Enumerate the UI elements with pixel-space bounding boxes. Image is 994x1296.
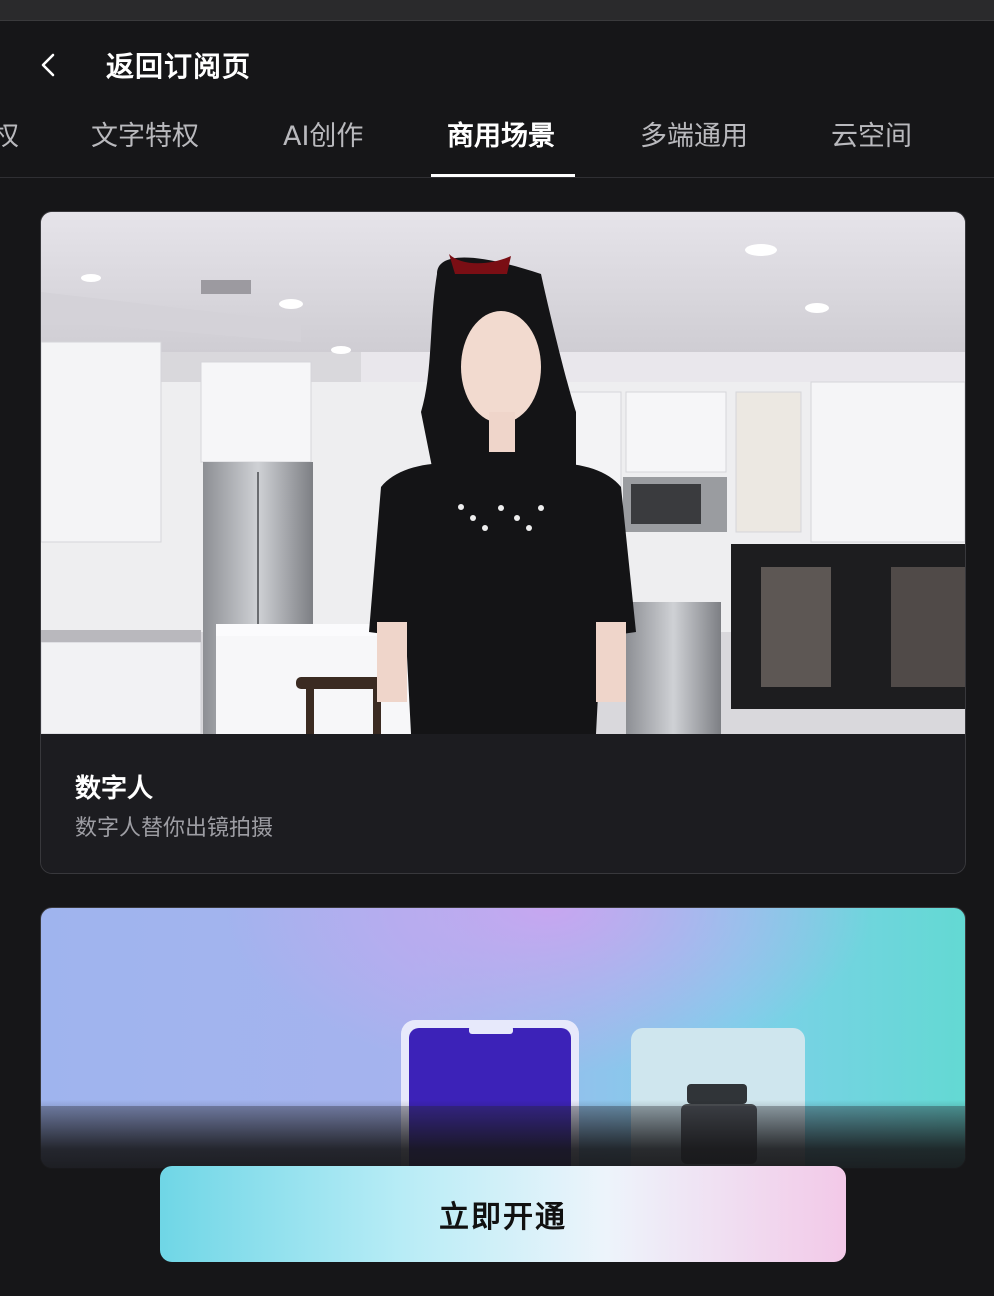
tab-cloud-space[interactable]: 云空间 [831, 114, 912, 153]
page-title: 返回订阅页 [106, 50, 252, 83]
card-subtitle: 数字人替你出镜拍摄 [75, 816, 274, 841]
subscribe-now-label: 立即开通 [439, 1200, 567, 1235]
tab-multi-device[interactable]: 多端通用 [640, 114, 748, 153]
tab-ai-creation[interactable]: AI创作 [283, 114, 363, 153]
subscribe-now-button[interactable]: 立即开通 [160, 1166, 846, 1262]
card-title: 数字人 [75, 774, 154, 804]
feature-card-digital-human[interactable]: 数字人 数字人替你出镜拍摄 [40, 211, 966, 874]
digital-human-preview-image [41, 212, 965, 734]
active-tab-indicator [431, 174, 575, 177]
chevron-left-icon [41, 53, 55, 77]
tab-text-privileges[interactable]: 文字特权 [91, 114, 199, 153]
header: 返回订阅页 [0, 21, 994, 109]
tab-commercial-scenarios[interactable]: 商用场景 [447, 114, 555, 153]
tab-bar: 权 文字特权 AI创作 商用场景 多端通用 云空间 [0, 110, 994, 178]
tab-privilege[interactable]: 权 [0, 114, 19, 153]
window-top-bar [0, 0, 994, 21]
back-button[interactable] [30, 47, 66, 83]
card-info: 数字人 数字人替你出镜拍摄 [41, 734, 965, 873]
